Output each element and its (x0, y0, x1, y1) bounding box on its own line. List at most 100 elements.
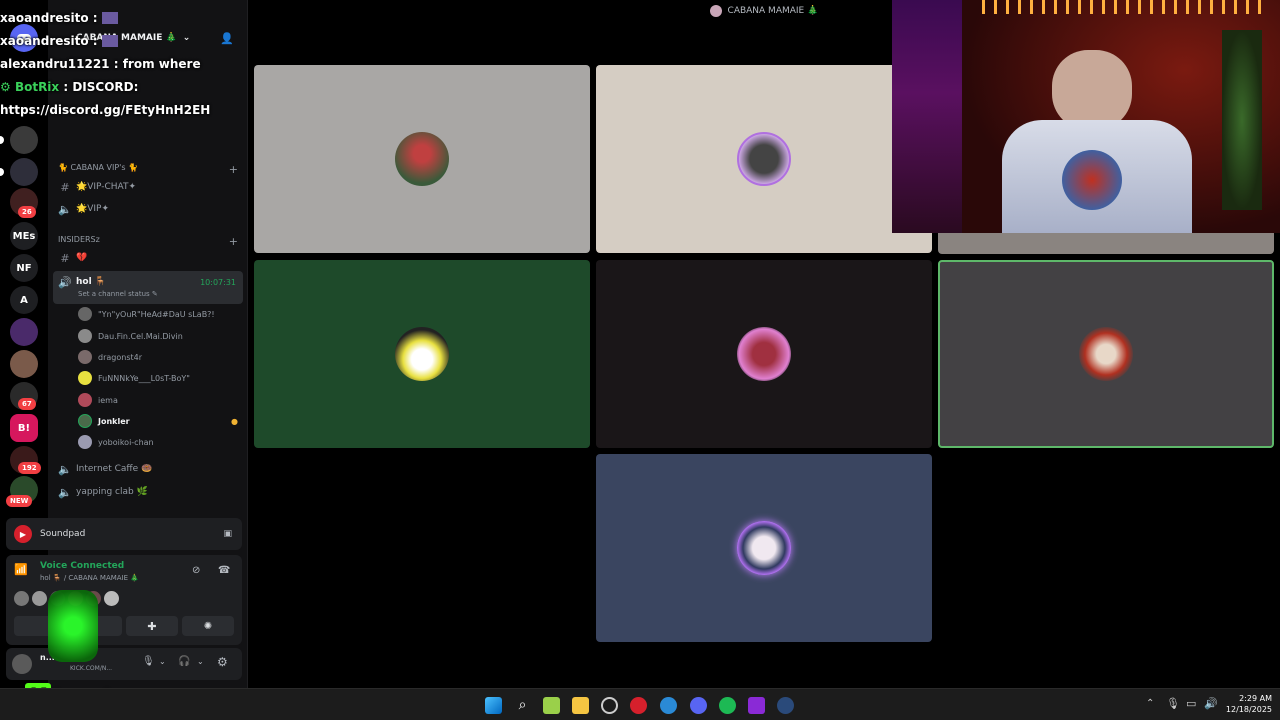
chat-user: xaoandresito (0, 10, 89, 25)
voice-user-name: dragonst4r (98, 352, 142, 362)
webcam-overlay (892, 0, 1280, 233)
participant-tile-partial[interactable] (938, 233, 1274, 254)
server-mes[interactable]: MEs (10, 222, 38, 250)
chat-user: xaoandresito (0, 33, 89, 48)
window-title: CABANA MAMAIE (727, 6, 805, 16)
soundpad-panel[interactable]: ▶ Soundpad ▣ (6, 518, 242, 550)
mention-badge: 26 (18, 206, 36, 218)
server-icon-4[interactable] (10, 318, 38, 346)
microphone-icon[interactable]: 🎙 (1166, 697, 1180, 710)
new-badge: NEW (6, 495, 33, 507)
voice-user[interactable]: yoboikoi-chan (78, 433, 238, 451)
start-icon[interactable] (485, 697, 502, 714)
channel-label: hol 🪑 (76, 277, 107, 287)
clock[interactable]: 2:29 AM 12/18/2025 (1222, 693, 1272, 715)
stream-chat-overlay: xaoandresito : xaoandresito : alexandru1… (0, 6, 250, 121)
disconnect-icon[interactable]: ☎ (218, 565, 230, 576)
avatar (78, 435, 92, 449)
server-nf[interactable]: NF (10, 254, 38, 282)
noise-suppression-icon[interactable]: ⊘ (192, 565, 200, 576)
voice-user[interactable]: iema (78, 391, 238, 409)
participant-tile-speaking[interactable] (938, 260, 1274, 448)
soundboard-button[interactable]: ✺ (182, 616, 234, 636)
voice-user-name: yoboikoi-chan (98, 437, 154, 447)
overlay-sticker (48, 590, 98, 662)
participant-tile[interactable] (596, 454, 932, 642)
file-explorer-icon[interactable] (572, 697, 589, 714)
channel-label: 🌟VIP✦ (76, 204, 109, 214)
chevron-down-icon[interactable]: ⌄ (159, 657, 166, 666)
microphone-icon[interactable]: 🎙 (142, 656, 155, 667)
category-vip[interactable]: 🐈 CABANA VIP's 🐈 + (58, 163, 244, 176)
channel-status[interactable]: Set a channel status ✎ (78, 290, 158, 298)
avatar (104, 591, 119, 606)
voice-user[interactable]: FuNNNkYe___L0sT-BoY" (78, 369, 238, 387)
emote-icon (101, 34, 118, 47)
christmas-tree (1222, 30, 1262, 210)
chevron-up-icon[interactable]: ⌃ (1146, 698, 1154, 709)
channel-insiders-text[interactable]: # 💔 (58, 248, 244, 268)
channel-yapping-clab[interactable]: 🔈 yapping clab 🌿 (58, 482, 244, 502)
discord-icon[interactable] (690, 697, 707, 714)
participant-tile[interactable] (254, 260, 590, 448)
bot-icon: ⚙ (0, 79, 15, 94)
steam-icon[interactable] (777, 697, 794, 714)
spotify-icon[interactable] (719, 697, 736, 714)
soundpad-label: Soundpad (40, 529, 86, 539)
voice-connection-panel: 📶 Voice Connected hol 🪑 / CABANA MAMAIE … (6, 555, 242, 645)
server-icon-2[interactable] (10, 158, 38, 186)
voice-user[interactable]: Jonkler ● (78, 412, 238, 430)
server-icon-5[interactable] (10, 350, 38, 378)
voice-user-name: Dau.Fin.Cel.Mai.Divin (98, 331, 183, 341)
headphones-icon[interactable]: 🎧 (178, 656, 190, 667)
category-insiders[interactable]: INSIDERSz + (58, 235, 244, 248)
server-icon-1[interactable] (10, 126, 38, 154)
mention-badge: 192 (18, 462, 41, 474)
activities-button[interactable]: ✚ (126, 616, 178, 636)
screen-share-icon[interactable]: ▣ (223, 529, 232, 539)
user-panel: n... KICK.COM/N... 🎙 ⌄ 🎧 ⌄ ⚙ (6, 648, 242, 680)
participant-tile[interactable] (596, 260, 932, 448)
clock-time: 2:29 AM (1239, 694, 1272, 703)
app-icon[interactable] (748, 697, 765, 714)
avatar (78, 350, 92, 364)
media-player-icon[interactable] (630, 697, 647, 714)
chat-message: xaoandresito : (0, 29, 250, 52)
add-channel-icon[interactable]: + (229, 235, 238, 248)
voice-status: Voice Connected (40, 561, 125, 571)
volume-icon[interactable]: 🔊 (1204, 697, 1218, 710)
settings-app-icon[interactable] (601, 697, 618, 714)
participant-tile[interactable] (254, 65, 590, 253)
avatar[interactable] (12, 654, 32, 674)
add-channel-icon[interactable]: + (229, 163, 238, 176)
participant-avatar (1079, 327, 1133, 381)
avatar (78, 414, 92, 428)
server-a[interactable]: A (10, 286, 38, 314)
browser-icon[interactable] (660, 697, 677, 714)
voice-user-name: "Yn"yOuR"HeAd#DaU sLaB?! (98, 309, 215, 319)
active-voice-channel[interactable]: 🔊 hol 🪑 10:07:31 (58, 272, 244, 292)
voice-location[interactable]: hol 🪑 / CABANA MAMAIE 🎄 (40, 574, 139, 582)
avatar (14, 591, 29, 606)
server-b[interactable]: B! (10, 414, 38, 442)
avatar (78, 329, 92, 343)
unread-pip (0, 136, 4, 144)
channel-vip-chat[interactable]: # 🌟VIP-CHAT✦ (58, 177, 244, 197)
chevron-down-icon[interactable]: ⌄ (197, 657, 204, 666)
voice-user[interactable]: dragonst4r (78, 348, 238, 366)
voice-user[interactable]: Dau.Fin.Cel.Mai.Divin (78, 327, 238, 345)
participant-tile[interactable] (596, 65, 932, 253)
search-icon[interactable]: ⌕ (514, 697, 531, 714)
chat-user: BotRix (14, 79, 60, 94)
unread-pip (0, 168, 4, 176)
voice-user[interactable]: "Yn"yOuR"HeAd#DaU sLaB?! (78, 305, 238, 323)
participant-avatar (737, 521, 791, 575)
avatar (32, 591, 47, 606)
channel-internet-caffe[interactable]: 🔈 Internet Caffe 🍩 (58, 459, 244, 479)
hash-icon: # (60, 251, 70, 265)
network-icon[interactable]: ▭ (1186, 697, 1196, 710)
channel-vip-voice[interactable]: 🔈 🌟VIP✦ (58, 199, 244, 219)
notes-app-icon[interactable] (543, 697, 560, 714)
settings-gear-icon[interactable]: ⚙ (217, 655, 228, 669)
mention-badge: 67 (18, 398, 36, 410)
